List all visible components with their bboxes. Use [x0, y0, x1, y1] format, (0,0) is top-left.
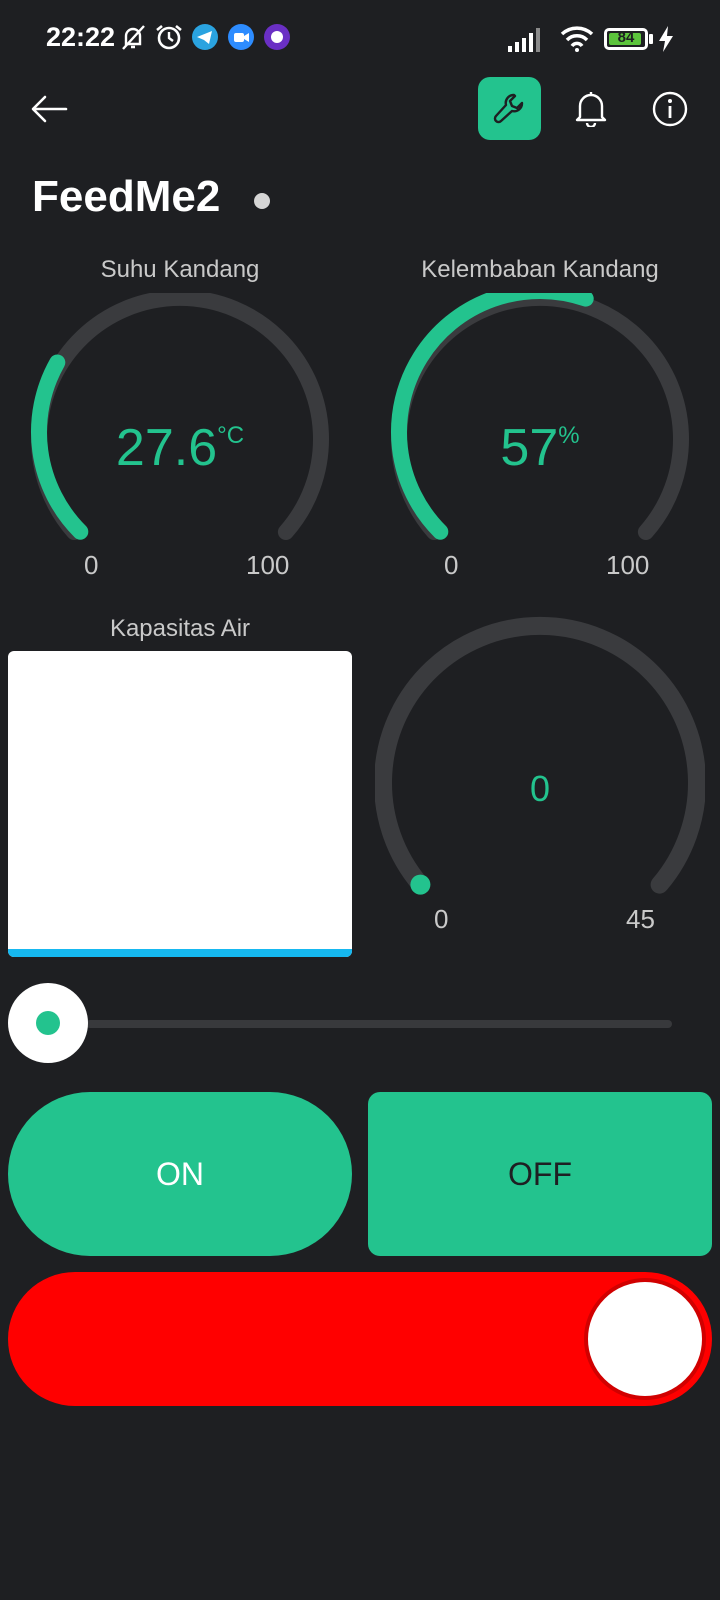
gauge-title-temperature: Suhu Kandang	[100, 256, 260, 283]
power-toggle-switch[interactable]	[8, 1272, 712, 1406]
gauge-min-label: 0	[84, 550, 99, 580]
water-level-fill	[8, 949, 352, 957]
on-button[interactable]: ON	[8, 1092, 352, 1256]
level-gauge	[375, 616, 705, 895]
mute-bell-icon	[122, 25, 145, 50]
alarm-icon	[156, 24, 182, 50]
page-title: FeedMe2	[32, 172, 221, 221]
gauge-max-label: 100	[246, 550, 290, 580]
gauge-progress-arc	[391, 293, 594, 540]
battery-tip	[649, 34, 653, 44]
wrench-icon	[493, 93, 524, 124]
toggle-knob[interactable]	[584, 1278, 706, 1400]
water-tank-title: Kapasitas Air	[109, 615, 251, 642]
gauge-title-humidity: Kelembaban Kandang	[421, 256, 659, 283]
gauge-unit: %	[558, 422, 580, 449]
gauge-track	[31, 293, 329, 540]
telegram-icon	[192, 24, 218, 50]
gauge-start-dot	[410, 874, 431, 895]
gauge-min-label: 0	[434, 904, 449, 934]
slider-thumb[interactable]	[8, 983, 88, 1063]
device-status-dot	[254, 193, 270, 209]
signal-icon	[508, 28, 540, 52]
app-icon	[264, 24, 290, 50]
gauge-max-label: 45	[626, 904, 655, 934]
status-time: 22:22	[46, 22, 116, 52]
battery-percent: 84	[617, 29, 635, 46]
gauge-track	[375, 616, 705, 894]
slider-track[interactable]	[86, 1020, 672, 1028]
back-arrow-icon[interactable]	[30, 94, 68, 124]
gauge-value: 27.6	[115, 419, 218, 477]
gauge-unit: °C	[217, 422, 245, 449]
battery-icon: 84	[604, 28, 648, 50]
info-icon[interactable]	[652, 91, 688, 127]
gauge-value-level: 0	[529, 768, 551, 809]
gauge-min-label: 0	[444, 550, 459, 580]
water-level-box	[8, 651, 352, 957]
bell-icon[interactable]	[574, 89, 608, 127]
gauge-max-label: 100	[606, 550, 650, 580]
gauge-value-temperature: 27.6°C	[40, 418, 320, 478]
settings-button[interactable]	[478, 77, 541, 140]
slider-thumb-dot	[36, 1011, 60, 1035]
charging-icon	[659, 26, 673, 52]
gauge-value: 57	[500, 419, 559, 477]
video-call-icon	[228, 24, 254, 50]
on-button-label: ON	[156, 1155, 204, 1192]
off-button-label: OFF	[508, 1155, 572, 1192]
off-button[interactable]: OFF	[368, 1092, 712, 1256]
gauge-value-humidity: 57%	[390, 418, 690, 478]
wifi-icon	[560, 26, 594, 52]
